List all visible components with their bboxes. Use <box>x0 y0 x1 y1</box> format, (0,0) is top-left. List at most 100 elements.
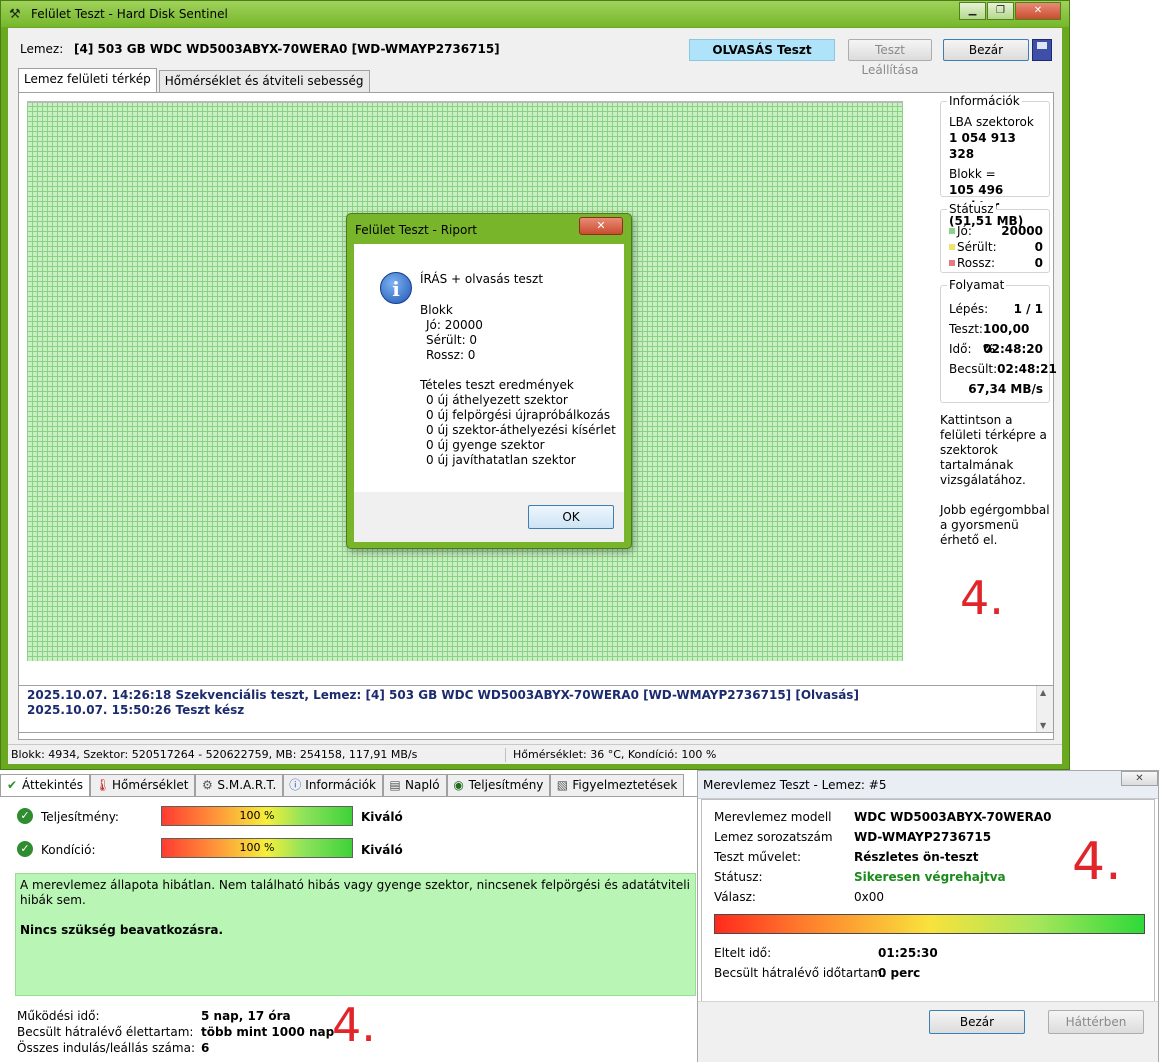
status-bad-value: 0 <box>1034 256 1043 270</box>
log-scrollbar[interactable]: ▲ ▼ <box>1036 686 1053 732</box>
tab-information-label: Információk <box>305 778 376 792</box>
performance-check-icon: ✓ <box>17 808 33 824</box>
check-circle-icon: ✔ <box>6 778 18 792</box>
report-block-damaged: Sérült: 0 <box>426 333 478 347</box>
background-button[interactable]: Háttérben <box>1048 1010 1144 1034</box>
report-result-line: 0 új áthelyezett szektor <box>426 393 568 407</box>
side-note-rightclick: Jobb egérgombbal a gyorsmenü érhető el. <box>940 503 1050 547</box>
maximize-button[interactable]: ❐ <box>987 2 1014 20</box>
condition-rating: Kiváló <box>361 843 403 857</box>
surface-map-border <box>27 101 903 103</box>
status-bad-row: Rossz: 0 <box>949 255 1043 271</box>
info-group: Információk LBA szektorok 1 054 913 328 … <box>940 94 1050 228</box>
tab-surface-map[interactable]: Lemez felületi térkép <box>18 68 157 92</box>
health-action: Nincs szükség beavatkozásra. <box>20 923 224 937</box>
performance-label: Teljesítmény: <box>41 810 119 824</box>
info-group-title: Információk <box>947 94 1022 108</box>
window-title: Felület Teszt - Hard Disk Sentinel <box>31 7 228 21</box>
close-window-button[interactable]: ✕ <box>1015 2 1061 20</box>
report-footer: OK <box>354 492 624 542</box>
disk-label: Lemez: <box>20 42 64 56</box>
elapsed-label: Eltelt idő: <box>714 946 772 960</box>
remaining-time-label: Becsült hátralévő időtartam: <box>714 966 886 980</box>
selftest-status-label: Státusz: <box>714 870 763 884</box>
log-line-2: 2025.10.07. 15:50:26 Teszt kész <box>27 703 245 717</box>
status-bar: Blokk: 4934, Szektor: 520517264 - 520622… <box>8 744 1062 764</box>
tab-divider <box>0 796 699 797</box>
selftest-content: Merevlemez modell WDC WD5003ABYX-70WERA0… <box>701 799 1155 1020</box>
selftest-close-icon[interactable]: ✕ <box>1121 771 1158 786</box>
step-row: Lépés: 1 / 1 <box>949 299 1043 319</box>
report-dialog: Felület Teszt - Riport ✕ i ÍRÁS + olvasá… <box>346 213 632 549</box>
progress-group-title: Folyamat <box>947 278 1007 292</box>
lba-value: 1 054 913 328 <box>949 131 1016 161</box>
test-label: Teszt: <box>949 322 983 336</box>
report-results-title: Tételes teszt eredmények <box>420 378 574 392</box>
side-note-click: Kattintson a felületi térképre a szektor… <box>940 413 1047 487</box>
window-controls: ▁ ❐ ✕ <box>958 2 1061 20</box>
status-damaged-label: Sérült: <box>957 240 997 254</box>
condition-check-icon: ✓ <box>17 841 33 857</box>
status-good-value: 20000 <box>1001 224 1043 238</box>
response-label: Válasz: <box>714 890 756 904</box>
tab-warnings-label: Figyelmeztetések <box>572 778 678 792</box>
report-close-icon[interactable]: ✕ <box>579 217 623 235</box>
tab-performance-label: Teljesítmény <box>468 778 544 792</box>
status-damaged-value: 0 <box>1034 240 1043 254</box>
app-icon: ⚒ <box>9 7 21 22</box>
ok-button[interactable]: OK <box>528 505 614 529</box>
report-body: i ÍRÁS + olvasás teszt Blokk Jó: 20000 S… <box>354 244 624 492</box>
response-value: 0x00 <box>854 890 885 904</box>
minimize-button[interactable]: ▁ <box>959 2 986 20</box>
disk-value: [4] 503 GB WDC WD5003ABYX-70WERA0 [WD-WM… <box>74 42 500 56</box>
scroll-down-icon[interactable]: ▼ <box>1040 721 1046 730</box>
speed-value: 67,34 MB/s <box>968 382 1043 396</box>
tab-warnings[interactable]: ▧ Figyelmeztetések <box>550 774 685 796</box>
tab-overview[interactable]: ✔ Áttekintés <box>0 774 91 796</box>
overview-panel: ✔ Áttekintés 🌡 Hőmérséklet ⚙ S.M.A.R.T. ⓘ In… <box>0 770 699 1062</box>
tab-temperature-label: Hőmérséklet <box>112 778 189 792</box>
side-panel: Információk LBA szektorok 1 054 913 328 … <box>940 94 1057 621</box>
performance-rating: Kiváló <box>361 810 403 824</box>
close-button[interactable]: Bezár <box>943 39 1029 61</box>
remaining-time-value: 0 perc <box>878 966 921 980</box>
tab-information[interactable]: ⓘ Információk <box>283 774 383 796</box>
tab-smart[interactable]: ⚙ S.M.A.R.T. <box>195 774 284 796</box>
info-icon: i <box>380 272 412 304</box>
tab-temperature-speed[interactable]: Hőmérséklet és átviteli sebesség <box>158 70 370 92</box>
report-block-title: Blokk <box>420 303 453 317</box>
title-bar: ⚒ Felület Teszt - Hard Disk Sentinel ▁ ❐… <box>1 1 1069 27</box>
scroll-up-icon[interactable]: ▲ <box>1040 688 1046 697</box>
selftest-title-bar: Merevlemez Teszt - Lemez: #5 <box>698 771 1158 799</box>
info-icon: ⓘ <box>289 778 302 792</box>
time-label: Idő: <box>949 342 972 356</box>
start-stop-value: 6 <box>201 1041 210 1055</box>
selftest-close-button[interactable]: Bezár <box>929 1010 1025 1034</box>
report-result-line: 0 új javíthatatlan szektor <box>426 453 576 467</box>
gauge-icon: ◉ <box>453 778 464 792</box>
model-label: Merevlemez modell <box>714 810 832 824</box>
operation-label: Teszt művelet: <box>714 850 801 864</box>
log-line-1: 2025.10.07. 14:26:18 Szekvenciális teszt… <box>27 688 859 702</box>
tab-performance[interactable]: ◉ Teljesítmény <box>446 774 551 796</box>
serial-label: Lemez sorozatszám <box>714 830 833 844</box>
stop-test-button[interactable]: Teszt Leállítása <box>848 39 932 77</box>
test-row: Teszt: 100,00 % <box>949 319 1043 356</box>
estimated-label: Becsült: <box>949 362 998 376</box>
health-summary-box: A merevlemez állapota hibátlan. Nem talá… <box>15 873 696 996</box>
handwritten-mark-selftest: 4. <box>1072 832 1122 892</box>
warning-doc-icon: ▧ <box>556 778 569 792</box>
log-icon: ▤ <box>389 778 401 792</box>
condition-bar: 100 % <box>161 838 353 858</box>
smart-icon: ⚙ <box>202 778 213 792</box>
handwritten-mark-main: 4. <box>960 571 1004 625</box>
tab-temperature[interactable]: 🌡 Hőmérséklet <box>90 774 196 796</box>
tab-log[interactable]: ▤ Napló <box>382 774 447 796</box>
condition-value: 100 % <box>239 841 275 854</box>
test-value: 100,00 % <box>982 322 1030 356</box>
save-icon[interactable] <box>1032 39 1052 61</box>
status-good-row: Jó: 20000 <box>949 223 1043 239</box>
selftest-footer: Bezár Háttérben <box>698 1001 1158 1062</box>
handwritten-mark-overview: 4. <box>332 998 376 1052</box>
overview-tabs: ✔ Áttekintés 🌡 Hőmérséklet ⚙ S.M.A.R.T. ⓘ In… <box>0 774 685 796</box>
